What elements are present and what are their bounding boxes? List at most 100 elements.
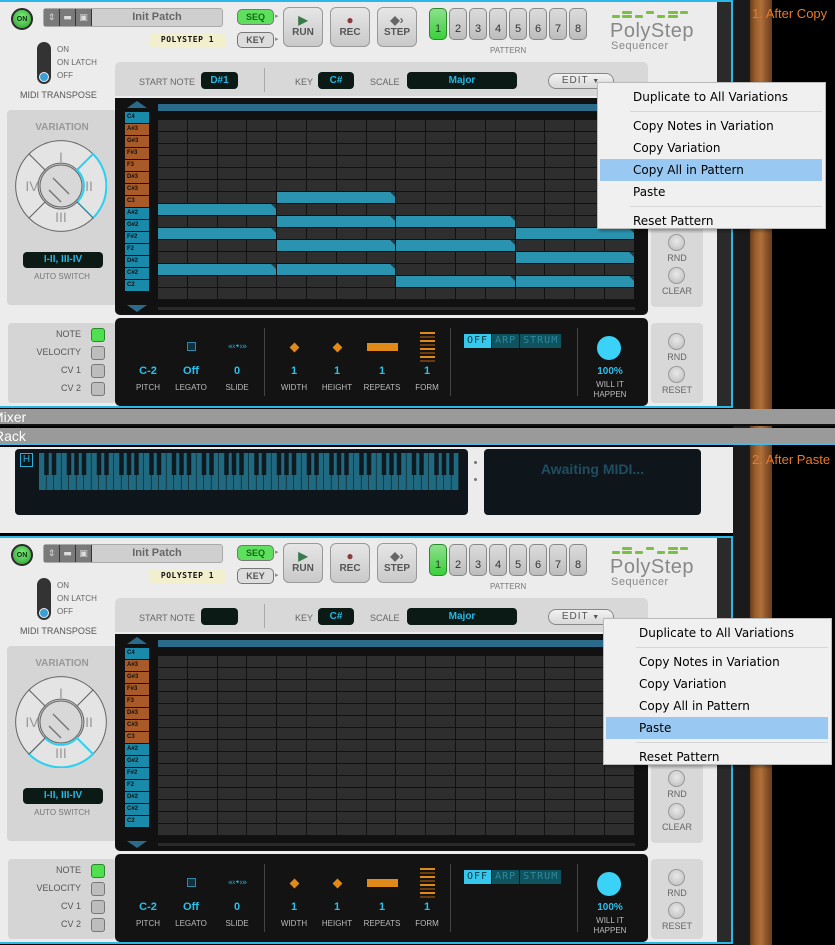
grid-cell[interactable] bbox=[456, 776, 485, 787]
grid-cell[interactable] bbox=[396, 788, 426, 799]
grid-cell[interactable] bbox=[247, 752, 277, 763]
param-reset-button[interactable] bbox=[668, 902, 685, 919]
grid-cell[interactable] bbox=[187, 668, 217, 679]
grid-cell[interactable] bbox=[485, 740, 515, 751]
grid-cell[interactable] bbox=[366, 824, 396, 835]
grid-cell[interactable] bbox=[456, 812, 485, 823]
grid-cell[interactable] bbox=[247, 788, 277, 799]
scale-field[interactable]: Major bbox=[407, 72, 517, 89]
grid-cell[interactable] bbox=[605, 800, 634, 811]
grid-cell[interactable] bbox=[485, 680, 515, 691]
grid-cell[interactable] bbox=[277, 692, 306, 703]
note-grid[interactable] bbox=[158, 656, 637, 836]
mixer-strip[interactable]: Mixer bbox=[0, 409, 835, 426]
note-block[interactable] bbox=[396, 216, 515, 227]
grid-cell[interactable] bbox=[158, 216, 187, 227]
grid-cell[interactable] bbox=[277, 716, 306, 727]
grid-cell[interactable] bbox=[247, 216, 277, 227]
grid-cell[interactable] bbox=[158, 764, 187, 775]
grid-cell[interactable] bbox=[575, 716, 604, 727]
grid-cell[interactable] bbox=[485, 204, 515, 215]
grid-cell[interactable] bbox=[366, 752, 396, 763]
black-key[interactable] bbox=[434, 453, 439, 475]
grid-cell[interactable] bbox=[187, 740, 217, 751]
grid-cell[interactable] bbox=[217, 144, 247, 155]
grid-clear-button[interactable] bbox=[668, 803, 685, 820]
param-legato[interactable]: Off LEGATO bbox=[166, 318, 216, 406]
grid-cell[interactable] bbox=[277, 752, 306, 763]
grid-cell[interactable] bbox=[485, 120, 515, 131]
grid-cell[interactable] bbox=[396, 692, 426, 703]
grid-cell[interactable] bbox=[426, 228, 455, 239]
grid-cell[interactable] bbox=[605, 240, 634, 251]
grid-cell[interactable] bbox=[575, 692, 604, 703]
black-key[interactable] bbox=[126, 453, 132, 475]
grid-cell[interactable] bbox=[456, 180, 485, 191]
grid-cell[interactable] bbox=[336, 252, 366, 263]
grid-cell[interactable] bbox=[485, 764, 515, 775]
key-field[interactable]: C# bbox=[318, 72, 354, 89]
black-key[interactable] bbox=[186, 453, 192, 475]
grid-cell[interactable] bbox=[277, 204, 306, 215]
grid-cell[interactable] bbox=[247, 776, 277, 787]
grid-cell[interactable] bbox=[366, 120, 396, 131]
grid-cell[interactable] bbox=[217, 824, 247, 835]
grid-cell[interactable] bbox=[515, 168, 545, 179]
grid-cell[interactable] bbox=[545, 120, 575, 131]
grid-cell[interactable] bbox=[515, 704, 545, 715]
grid-cell[interactable] bbox=[485, 824, 515, 835]
lane-led-button[interactable] bbox=[91, 328, 105, 342]
grid-cell[interactable] bbox=[396, 252, 426, 263]
pattern-button-7[interactable]: 7 bbox=[549, 544, 567, 576]
grid-cell[interactable] bbox=[158, 656, 187, 667]
mode-strum-button[interactable]: STRUM bbox=[520, 870, 562, 884]
grid-cell[interactable] bbox=[307, 180, 336, 191]
grid-cell[interactable] bbox=[187, 216, 217, 227]
grid-cell[interactable] bbox=[426, 132, 455, 143]
black-key[interactable] bbox=[201, 453, 207, 475]
black-key[interactable] bbox=[119, 453, 124, 475]
grid-cell[interactable] bbox=[456, 740, 485, 751]
grid-random-button[interactable] bbox=[668, 234, 685, 251]
pattern-button-2[interactable]: 2 bbox=[449, 8, 467, 40]
grid-cell[interactable] bbox=[247, 156, 277, 167]
grid-cell[interactable] bbox=[336, 704, 366, 715]
grid-cell[interactable] bbox=[307, 740, 336, 751]
param-repeats[interactable]: 1 REPEATS bbox=[357, 318, 407, 406]
note-grid[interactable] bbox=[158, 120, 637, 300]
grid-cell[interactable] bbox=[277, 276, 306, 287]
grid-cell[interactable] bbox=[187, 812, 217, 823]
rec-button[interactable]: ● REC bbox=[330, 7, 370, 47]
grid-cell[interactable] bbox=[307, 120, 336, 131]
power-on-button[interactable]: ON bbox=[11, 8, 33, 30]
note-block[interactable] bbox=[515, 252, 634, 263]
probability-knob[interactable] bbox=[597, 336, 621, 360]
grid-cell[interactable] bbox=[426, 264, 455, 275]
grid-cell[interactable] bbox=[396, 764, 426, 775]
menu-item-paste[interactable]: Paste bbox=[600, 181, 822, 203]
grid-cell[interactable] bbox=[545, 132, 575, 143]
grid-cell[interactable] bbox=[336, 764, 366, 775]
menu-item-duplicate-to-all-variations[interactable]: Duplicate to All Variations bbox=[600, 86, 822, 108]
grid-cell[interactable] bbox=[217, 716, 247, 727]
grid-cell[interactable] bbox=[277, 812, 306, 823]
black-key[interactable] bbox=[329, 453, 334, 475]
grid-cell[interactable] bbox=[158, 168, 187, 179]
grid-cell[interactable] bbox=[396, 728, 426, 739]
grid-cell[interactable] bbox=[158, 812, 187, 823]
grid-cell[interactable] bbox=[366, 144, 396, 155]
grid-cell[interactable] bbox=[187, 764, 217, 775]
grid-cell[interactable] bbox=[366, 276, 396, 287]
grid-cell[interactable] bbox=[396, 288, 426, 299]
grid-cell[interactable] bbox=[158, 240, 187, 251]
black-key[interactable] bbox=[74, 453, 79, 475]
grid-cell[interactable] bbox=[247, 240, 277, 251]
grid-cell[interactable] bbox=[545, 288, 575, 299]
grid-cell[interactable] bbox=[426, 680, 455, 691]
grid-cell[interactable] bbox=[217, 740, 247, 751]
menu-item-copy-all-in-pattern[interactable]: Copy All in Pattern bbox=[600, 159, 822, 181]
hold-button[interactable]: H bbox=[20, 453, 33, 467]
grid-cell[interactable] bbox=[217, 704, 247, 715]
grid-cell[interactable] bbox=[605, 788, 634, 799]
grid-cell[interactable] bbox=[217, 252, 247, 263]
